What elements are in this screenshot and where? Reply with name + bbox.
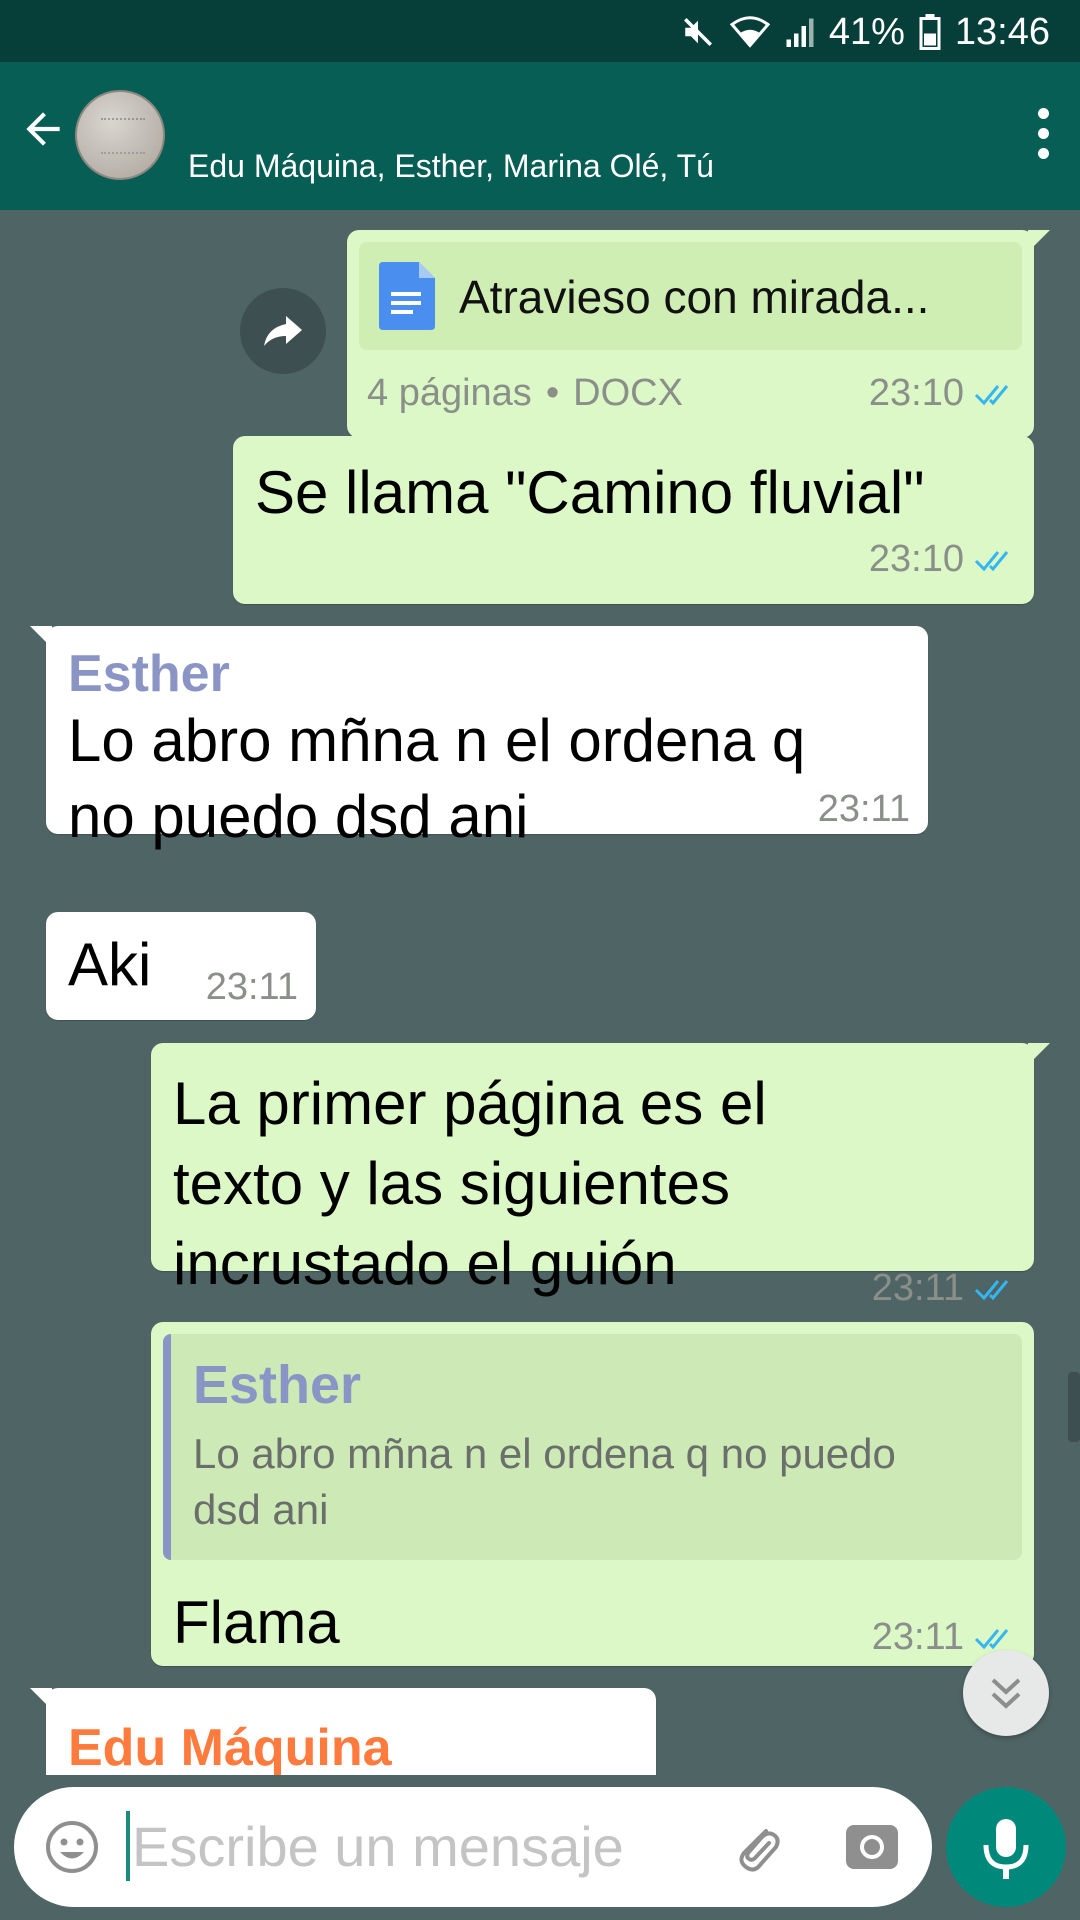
message-text-line: La primer página es el [173,1070,767,1137]
message-time: 23:11 [205,966,298,1008]
message-text-line: incrustado el guión [173,1230,677,1297]
message-outgoing[interactable]: La primer página es el texto y las sigui… [151,1043,1050,1309]
camera-icon[interactable] [842,1817,902,1877]
chevron-double-down-icon [991,1678,1021,1709]
scrollbar[interactable] [1068,1372,1080,1442]
message-text: Flama [173,1589,340,1656]
message-time: 23:11 [817,788,910,830]
scroll-to-bottom-button[interactable] [963,1650,1049,1736]
message-text: Se llama "Camino fluvial" [255,459,925,526]
group-participants[interactable]: Edu Máquina, Esther, Marina Olé, Tú [188,148,714,185]
more-vert-icon[interactable] [1036,108,1050,162]
message-text-line: texto y las siguientes [173,1150,730,1217]
double-check-icon [974,1628,1009,1649]
message-incoming[interactable]: Esther Lo abro mñna n el ordena q no pue… [30,626,928,850]
message-meta: 23:11 [872,1267,1016,1310]
document-type: DOCX [573,372,683,414]
message-time: 23:11 [871,1267,964,1309]
mic-button[interactable] [946,1787,1066,1907]
message-input[interactable]: Escribe un mensaje [132,1805,624,1889]
document-filename: Atravieso con mirada... [459,271,930,323]
message-document[interactable]: Atravieso con mirada... 4 páginas • DOCX 2… [347,230,1050,438]
text-cursor [126,1811,130,1881]
forward-icon [264,316,302,346]
quoted-message[interactable]: Esther Lo abro mñna n el ordena q no pue… [163,1334,1022,1560]
message-meta: 23:10 [869,372,1016,415]
message-sender[interactable]: Esther [68,644,230,704]
message-meta: 23:10 [869,538,1016,581]
group-avatar[interactable] [75,90,165,180]
message-time: 23:10 [868,538,964,580]
message-text-line: no puedo dsd ani [68,783,529,850]
chat-header: Edu Máquina, Esther, Marina Olé, Tú [0,62,1080,210]
status-bar: 41% 13:46 [0,0,1080,62]
message-sender[interactable]: Edu Máquina [68,1718,392,1775]
message-outgoing[interactable]: Se llama "Camino fluvial" 23:10 [233,436,1034,604]
document-pages: 4 páginas [367,372,532,414]
double-check-icon [974,1279,1009,1300]
double-check-icon [974,550,1009,571]
double-check-icon [974,384,1009,405]
message-meta: 23:11 [818,788,910,831]
document-preview[interactable]: Atravieso con mirada... [359,242,1022,350]
message-text-line: Lo abro mñna n el ordena q [68,707,806,774]
forward-button[interactable] [240,288,326,374]
signal-icon [786,18,814,47]
battery-icon [919,14,941,50]
emoji-icon[interactable] [44,1819,100,1875]
message-incoming[interactable]: Edu Máquina [30,1688,656,1775]
message-outgoing-reply[interactable]: Esther Lo abro mñna n el ordena q no pue… [151,1322,1034,1666]
attach-icon[interactable] [726,1817,786,1877]
quoted-text-line: Lo abro mñna n el ordena q no puedo [193,1430,896,1477]
document-info: 4 páginas • DOCX [367,372,683,414]
quoted-text: Lo abro mñna n el ordena q no puedo dsd … [193,1426,992,1538]
message-text: Aki [68,931,152,998]
document-icon [379,262,435,330]
message-incoming[interactable]: Aki 23:11 [46,912,316,1020]
back-arrow-icon[interactable] [18,104,68,154]
quoted-sender: Esther [193,1355,362,1415]
message-composer[interactable]: Escribe un mensaje [14,1787,932,1907]
battery-percent: 41% [828,10,905,53]
message-time: 23:10 [868,372,964,414]
wifi-icon [729,16,771,48]
mute-icon [683,17,712,47]
message-meta: 23:11 [206,966,298,1009]
clock: 13:46 [954,10,1050,53]
message-time: 23:11 [871,1616,964,1658]
quoted-text-line: dsd ani [193,1486,329,1533]
message-list[interactable]: Atravieso con mirada... 4 páginas • DOCX 2… [0,210,1080,1775]
mic-icon [983,1819,1029,1879]
